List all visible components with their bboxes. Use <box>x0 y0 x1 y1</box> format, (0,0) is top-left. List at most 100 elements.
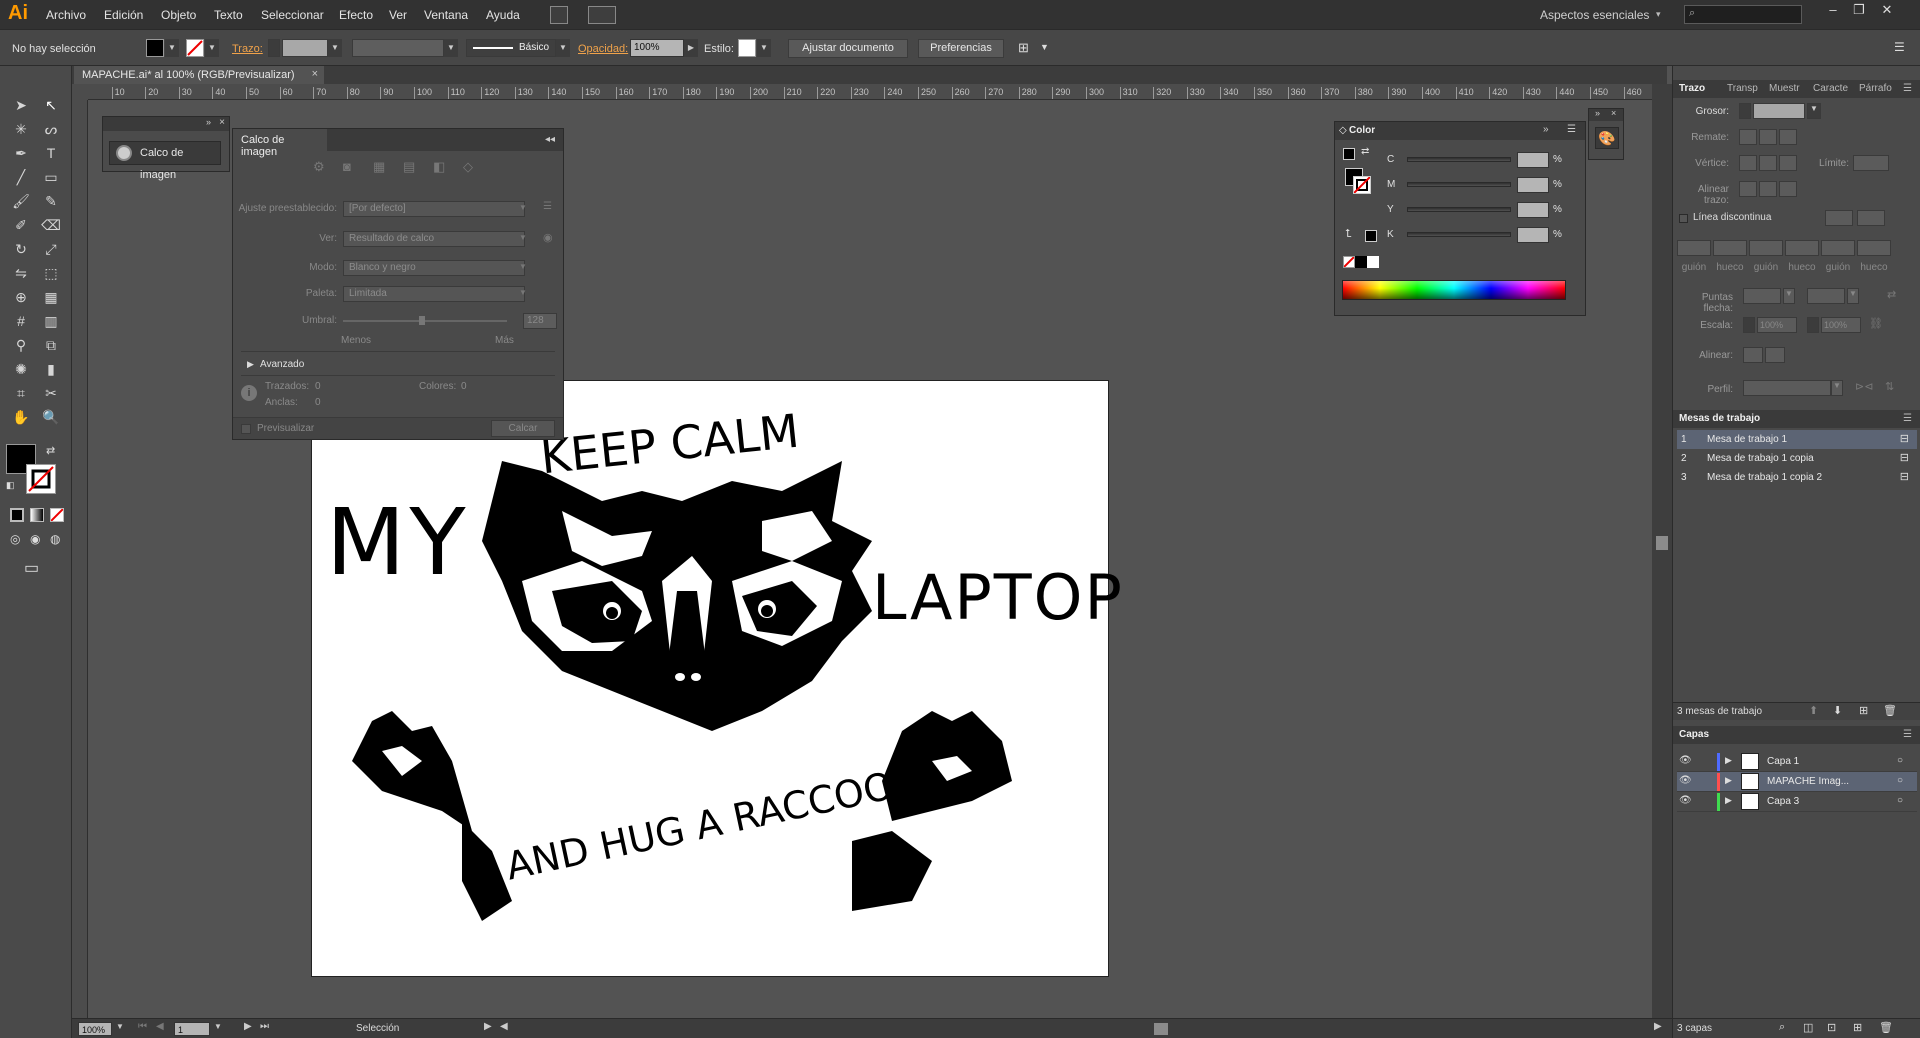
draw-inside-icon[interactable]: ◍ <box>50 532 60 546</box>
preview-checkbox[interactable] <box>241 424 251 434</box>
yellow-slider[interactable] <box>1407 207 1511 212</box>
image-trace-tab[interactable]: Calco de imagen <box>233 129 327 158</box>
eyedropper-tool-icon[interactable]: ⚲ <box>8 334 34 356</box>
scale-stepper-1[interactable] <box>1743 317 1755 333</box>
lasso-tool-icon[interactable]: ᔕ <box>38 118 64 140</box>
opacity-label[interactable]: Opacidad: <box>578 43 628 55</box>
dash-field-1[interactable] <box>1677 240 1711 256</box>
gap-field-1[interactable] <box>1713 240 1747 256</box>
preset-select[interactable]: [Por defecto] <box>343 201 525 217</box>
round-cap-icon[interactable] <box>1759 129 1777 145</box>
screen-mode-icon[interactable]: ▭ <box>24 558 39 578</box>
bridge-icon[interactable] <box>550 6 568 24</box>
layer-row[interactable]: 👁 ▶ Capa 1 ○ <box>1677 752 1917 772</box>
artboards-menu-icon[interactable]: ☰ <box>1903 413 1912 424</box>
preset-dropdown-icon[interactable]: ▼ <box>519 203 527 212</box>
dash-preserve-icon[interactable] <box>1825 210 1853 226</box>
align-outside-icon[interactable] <box>1779 181 1797 197</box>
panel-grip[interactable]: » × <box>103 117 229 131</box>
first-artboard-icon[interactable]: ⏮ <box>138 1021 147 1032</box>
stroke-label[interactable]: Trazo: <box>232 43 263 55</box>
scroll-left-icon[interactable]: ◀ <box>500 1021 508 1032</box>
fill-mini-swatch[interactable] <box>1343 148 1355 160</box>
move-up-icon[interactable]: ⬆ <box>1809 704 1818 717</box>
collapse-panel-icon[interactable]: ◂◂ <box>545 134 555 145</box>
collapse-icon[interactable]: » <box>206 117 211 127</box>
last-artboard-icon[interactable]: ⏭ <box>260 1021 269 1032</box>
workspace-dropdown-icon[interactable]: ▾ <box>1656 9 1661 20</box>
arrange-icon[interactable]: ⊞ <box>1018 40 1029 56</box>
opacity-field[interactable]: 100% <box>630 39 684 57</box>
high-color-icon[interactable]: ◙ <box>343 159 351 174</box>
tab-layers[interactable]: Capas <box>1679 729 1709 740</box>
tab-trazo[interactable]: Trazo <box>1679 83 1705 94</box>
stroke-color-box[interactable] <box>26 464 56 494</box>
scale-tool-icon[interactable]: ⤢ <box>38 238 64 260</box>
mode-dropdown-icon[interactable]: ▼ <box>519 262 527 271</box>
stroke-swatch-large[interactable] <box>1353 176 1371 194</box>
palette-dropdown-icon[interactable]: ▼ <box>519 288 527 297</box>
threshold-slider[interactable] <box>343 316 507 325</box>
gap-field-2[interactable] <box>1785 240 1819 256</box>
color-spectrum[interactable] <box>1342 280 1566 300</box>
visibility-eye-icon[interactable]: 👁 <box>1679 795 1692 806</box>
target-icon[interactable]: ○ <box>1897 795 1903 806</box>
opacity-dropdown-icon[interactable]: ▶ <box>684 39 698 57</box>
direct-selection-tool-icon[interactable]: ↖ <box>38 94 64 116</box>
start-arrowhead-select[interactable] <box>1743 288 1781 304</box>
draw-normal-icon[interactable]: ◎ <box>10 532 20 546</box>
artboard-options-icon[interactable]: ⊟ <box>1900 432 1909 445</box>
swap-arrowheads-icon[interactable]: ⇄ <box>1887 288 1896 301</box>
view-select[interactable]: Resultado de calco <box>343 231 525 247</box>
arrange-dropdown-icon[interactable]: ▼ <box>1040 42 1049 52</box>
round-join-icon[interactable] <box>1759 155 1777 171</box>
image-trace-panel-button[interactable]: Calco de imagen <box>109 141 221 181</box>
stroke-weight-stepper[interactable] <box>268 39 280 57</box>
perspective-grid-tool-icon[interactable]: ▦ <box>38 286 64 308</box>
minimize-icon[interactable]: – <box>1820 2 1846 20</box>
target-icon[interactable]: ○ <box>1897 775 1903 786</box>
menu-ayuda[interactable]: Ayuda <box>486 8 520 22</box>
document-setup-button[interactable]: Ajustar documento <box>788 39 908 58</box>
rotate-tool-icon[interactable]: ↻ <box>8 238 34 260</box>
arrow-tip-at-end-icon[interactable] <box>1765 347 1785 363</box>
clipping-mask-icon[interactable]: ◫ <box>1803 1021 1813 1034</box>
vertical-scroll-thumb[interactable] <box>1656 536 1668 550</box>
threshold-slider-thumb[interactable] <box>419 316 425 325</box>
status-menu-icon[interactable]: ▶ <box>484 1021 492 1032</box>
style-dropdown-icon[interactable]: ▼ <box>757 39 771 57</box>
tab-caracter[interactable]: Caracte <box>1813 83 1848 94</box>
artboard-options-icon[interactable]: ⊟ <box>1900 451 1909 464</box>
artboard-tool-icon[interactable]: ⌗ <box>8 382 34 404</box>
layer-row[interactable]: 👁 ▶ MAPACHE Imag... ○ <box>1677 772 1917 792</box>
workspace-switcher[interactable]: Aspectos esenciales <box>1540 8 1649 22</box>
vertical-scrollbar[interactable] <box>1652 84 1672 1018</box>
end-arrowhead-select[interactable] <box>1807 288 1845 304</box>
auto-color-icon[interactable]: ⚙ <box>313 159 325 175</box>
black-slider[interactable] <box>1407 232 1511 237</box>
dash-align-icon[interactable] <box>1857 210 1885 226</box>
search-input[interactable]: ⌕ <box>1684 5 1802 24</box>
delete-layer-icon[interactable]: 🗑 <box>1879 1021 1893 1034</box>
close-icon[interactable]: ✕ <box>1874 2 1900 20</box>
expand-icon[interactable]: » <box>1595 108 1600 118</box>
move-down-icon[interactable]: ⬇ <box>1833 704 1842 717</box>
gradient-mode-icon[interactable] <box>30 508 44 522</box>
out-of-gamut-icon[interactable]: ⮤ <box>1345 228 1352 241</box>
menu-ventana[interactable]: Ventana <box>424 8 468 22</box>
low-color-icon[interactable]: ▦ <box>373 159 385 175</box>
tab-artboards[interactable]: Mesas de trabajo <box>1679 413 1760 424</box>
artboard-row[interactable]: 3 Mesa de trabajo 1 copia 2 ⊟ <box>1677 468 1917 487</box>
scale-stepper-2[interactable] <box>1807 317 1819 333</box>
palette-select[interactable]: Limitada <box>343 286 525 302</box>
new-sublayer-icon[interactable]: ⊡ <box>1827 1021 1836 1034</box>
weight-stepper[interactable] <box>1739 103 1751 119</box>
previous-artboard-icon[interactable]: ◀ <box>156 1021 164 1032</box>
zoom-tool-icon[interactable]: 🔍 <box>38 406 64 428</box>
expand-layer-icon[interactable]: ▶ <box>1725 795 1732 806</box>
stroke-swatch[interactable] <box>186 39 204 57</box>
black-white-icon[interactable]: ◧ <box>433 159 445 175</box>
artboard-row[interactable]: 1 Mesa de trabajo 1 ⊟ <box>1677 430 1917 449</box>
black-field[interactable] <box>1517 227 1549 243</box>
zoom-field[interactable]: 100% <box>78 1022 112 1036</box>
